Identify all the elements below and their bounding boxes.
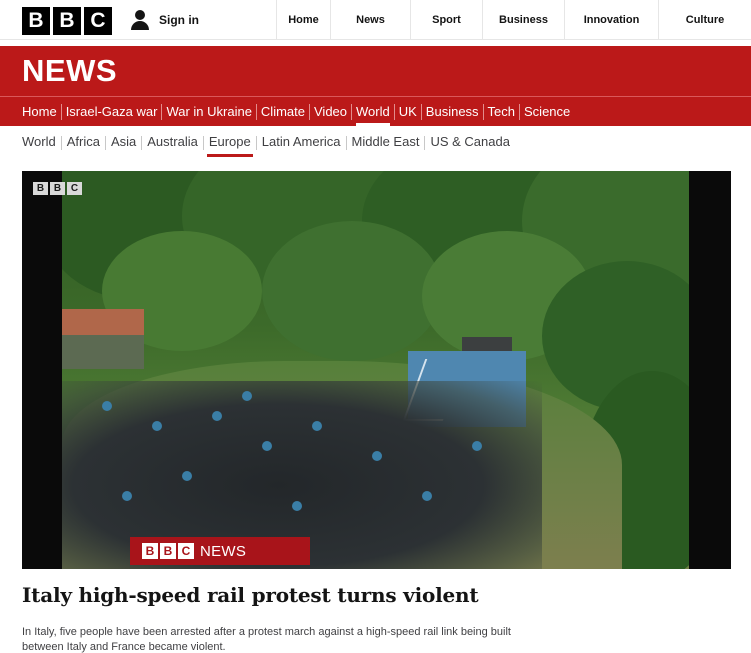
news-nav-israel-gaza-war[interactable]: Israel-Gaza war: [62, 97, 162, 126]
user-icon: [130, 10, 150, 30]
bbc-news-lower-third: B B C NEWS: [130, 537, 310, 565]
news-section-title[interactable]: NEWS: [22, 53, 117, 89]
region-nav-us-canada[interactable]: US & Canada: [425, 133, 515, 157]
news-nav-video[interactable]: Video: [310, 97, 351, 126]
region-nav-africa[interactable]: Africa: [62, 133, 105, 157]
news-nav-tech[interactable]: Tech: [484, 97, 519, 126]
region-nav-latin-america[interactable]: Latin America: [257, 133, 346, 157]
top-nav-business[interactable]: Business: [482, 0, 564, 40]
news-nav-world[interactable]: World: [352, 97, 394, 126]
region-nav-europe[interactable]: Europe: [204, 133, 256, 157]
bbc-watermark-logo: B B C: [33, 182, 82, 195]
top-nav: Home News Sport Business Innovation Cult…: [276, 0, 751, 40]
sign-in-link[interactable]: Sign in: [130, 10, 199, 30]
bbc-logo-letter: B: [53, 7, 81, 35]
video-player[interactable]: B B C B B C NEWS: [22, 171, 731, 569]
top-bar: B B C Sign in Home News Sport Business I…: [0, 0, 751, 40]
news-nav: Home Israel-Gaza war War in Ukraine Clim…: [22, 97, 574, 126]
sign-in-label: Sign in: [159, 13, 199, 27]
top-nav-culture[interactable]: Culture: [658, 0, 751, 40]
news-nav-business[interactable]: Business: [422, 97, 483, 126]
article-headline: Italy high-speed rail protest turns viol…: [22, 583, 479, 607]
region-nav-asia[interactable]: Asia: [106, 133, 141, 157]
news-banner: NEWS Home Israel-Gaza war War in Ukraine…: [0, 46, 751, 126]
top-nav-news[interactable]: News: [330, 0, 410, 40]
news-nav-home[interactable]: Home: [22, 97, 61, 126]
video-frame: [62, 171, 689, 569]
region-nav-australia[interactable]: Australia: [142, 133, 203, 157]
news-nav-uk[interactable]: UK: [395, 97, 421, 126]
top-nav-home[interactable]: Home: [276, 0, 330, 40]
region-nav-world[interactable]: World: [22, 133, 61, 157]
article-summary: In Italy, five people have been arrested…: [22, 626, 511, 653]
bbc-logo-letter: C: [84, 7, 112, 35]
news-nav-science[interactable]: Science: [520, 97, 574, 126]
bbc-logo-letter: B: [22, 7, 50, 35]
bbc-logo[interactable]: B B C: [22, 7, 112, 35]
news-nav-climate[interactable]: Climate: [257, 97, 309, 126]
top-nav-sport[interactable]: Sport: [410, 0, 482, 40]
news-nav-war-in-ukraine[interactable]: War in Ukraine: [162, 97, 255, 126]
top-nav-innovation[interactable]: Innovation: [564, 0, 658, 40]
region-nav-middle-east[interactable]: Middle East: [347, 133, 425, 157]
region-nav: World Africa Asia Australia Europe Latin…: [22, 133, 515, 157]
